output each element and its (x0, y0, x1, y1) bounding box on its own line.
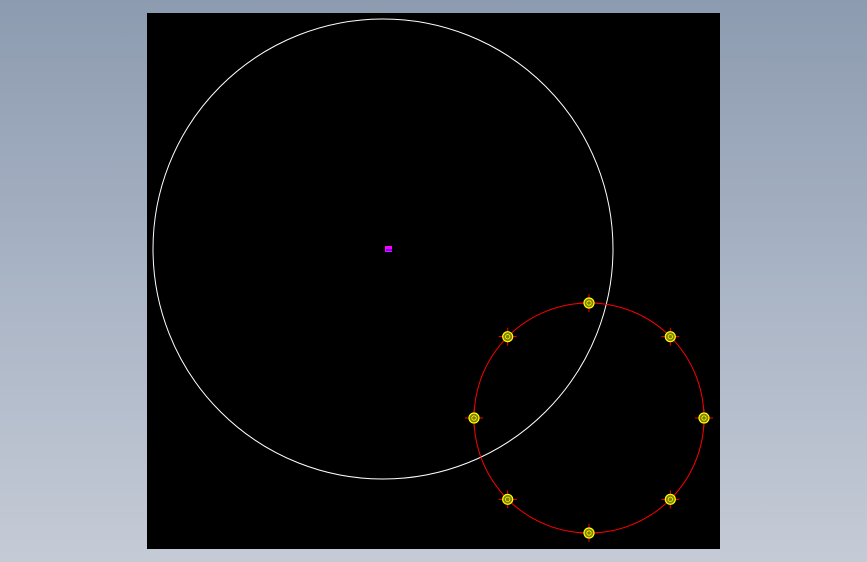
large-circle (152, 18, 614, 480)
hole-circle (583, 297, 595, 309)
hole-circle (698, 412, 710, 424)
hole-circle (583, 527, 595, 539)
hole-circle (468, 412, 480, 424)
hole-circle (502, 331, 514, 343)
bolt-hole (695, 409, 713, 427)
hole-circle (664, 331, 676, 343)
drawing-canvas (152, 18, 713, 542)
hole-circle (664, 493, 676, 505)
drawing-viewport[interactable] (147, 13, 720, 549)
bolt-hole (580, 524, 598, 542)
origin-marker (385, 246, 392, 252)
hole-circle (502, 493, 514, 505)
bolt-hole (465, 409, 483, 427)
bolt-hole (580, 294, 598, 312)
bolt-holes (465, 294, 713, 542)
